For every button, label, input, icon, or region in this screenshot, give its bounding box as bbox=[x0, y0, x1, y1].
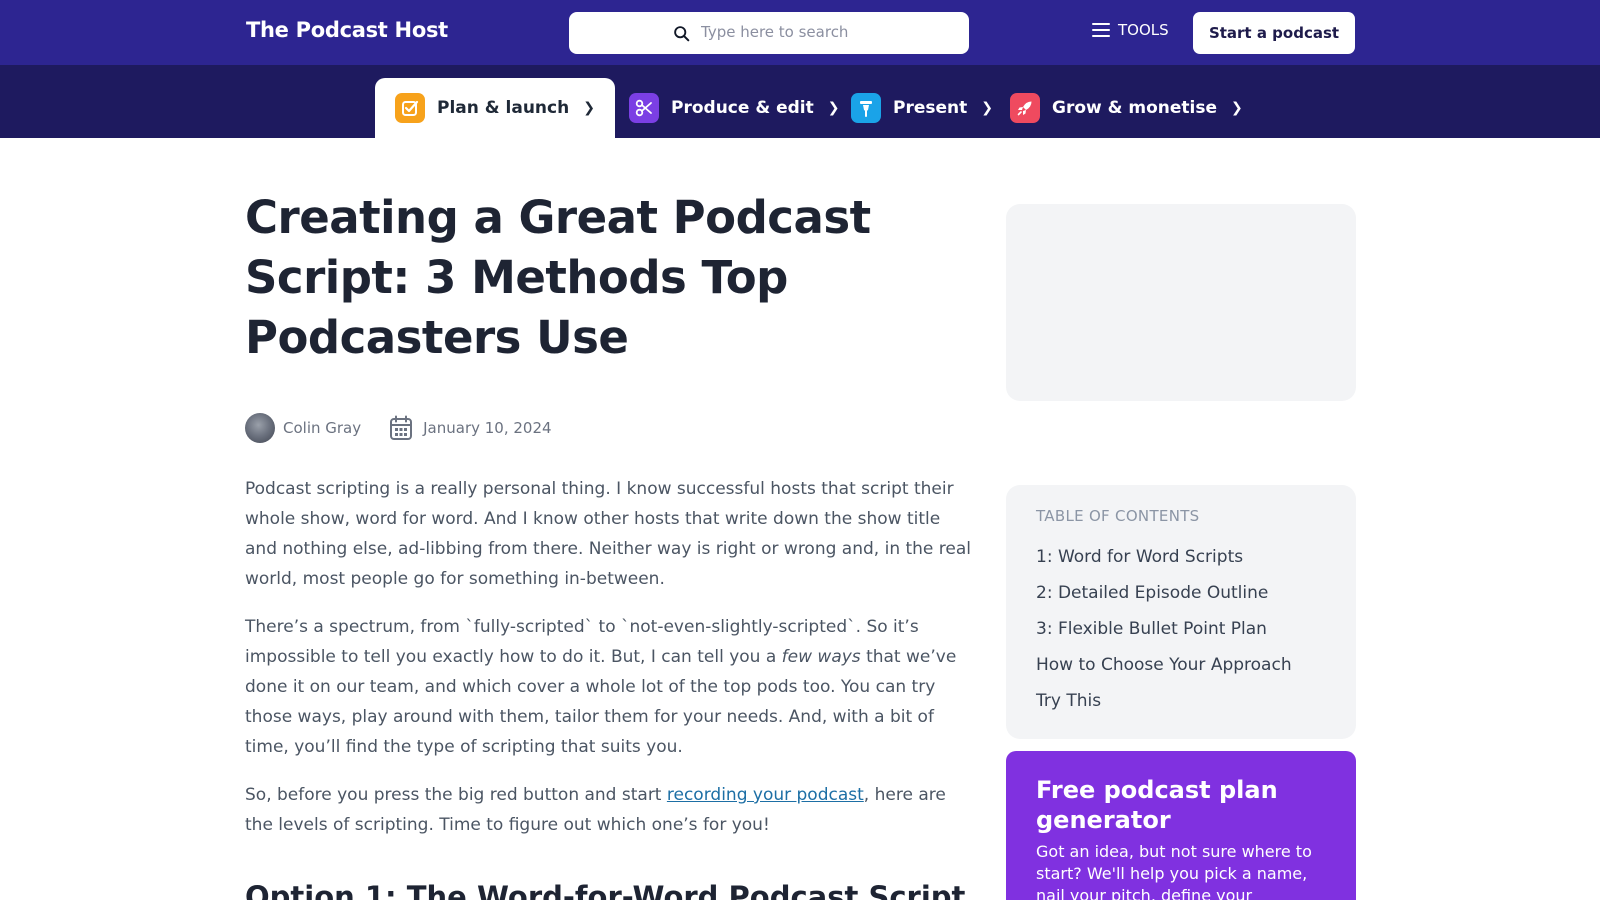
promo-text: Got an idea, but not sure where to start… bbox=[1036, 842, 1312, 900]
chevron-right-icon: ❯ bbox=[981, 100, 993, 116]
start-podcast-button[interactable]: Start a podcast bbox=[1193, 12, 1355, 54]
category-present[interactable]: Present ❯ bbox=[851, 78, 993, 138]
toc-item-choose-approach[interactable]: How to Choose Your Approach bbox=[1036, 647, 1326, 683]
plan-generator-promo[interactable]: Free podcast plan generator Got an idea,… bbox=[1006, 751, 1356, 900]
publish-date: January 10, 2024 bbox=[423, 419, 552, 437]
category-label: Present bbox=[893, 98, 968, 118]
checkbox-icon bbox=[395, 93, 425, 123]
toc-item-word-for-word[interactable]: 1: Word for Word Scripts bbox=[1036, 539, 1326, 575]
microphone-icon bbox=[851, 93, 881, 123]
tools-menu-button[interactable]: TOOLS bbox=[1092, 21, 1169, 39]
calendar-icon bbox=[390, 415, 413, 440]
chevron-right-icon: ❯ bbox=[1231, 100, 1243, 116]
site-logo[interactable]: The Podcast Host bbox=[246, 18, 448, 42]
spectrum-paragraph: There’s a spectrum, from `fully-scripted… bbox=[245, 612, 975, 762]
levels-paragraph: So, before you press the big red button … bbox=[245, 780, 975, 840]
toc-heading: TABLE OF CONTENTS bbox=[1036, 507, 1200, 525]
intro-paragraph: Podcast scripting is a really personal t… bbox=[245, 479, 972, 589]
scissors-icon bbox=[629, 93, 659, 123]
toc-item-bullet-plan[interactable]: 3: Flexible Bullet Point Plan bbox=[1036, 611, 1326, 647]
site-header: The Podcast Host TOOLS Start a podcast bbox=[0, 0, 1600, 65]
category-label: Plan & launch bbox=[437, 98, 570, 118]
search-input[interactable] bbox=[701, 18, 956, 46]
category-label: Produce & edit bbox=[671, 98, 814, 118]
chevron-right-icon: ❯ bbox=[827, 100, 840, 116]
rocket-icon bbox=[1010, 93, 1040, 123]
recording-podcast-link[interactable]: recording your podcast bbox=[667, 785, 864, 805]
category-nav: Plan & launch ❯ Produce & edit ❯ Present… bbox=[0, 65, 1600, 138]
tools-label: TOOLS bbox=[1118, 21, 1169, 39]
category-produce-edit[interactable]: Produce & edit ❯ bbox=[629, 78, 839, 138]
chevron-right-icon: ❯ bbox=[583, 100, 595, 116]
category-grow-monetise[interactable]: Grow & monetise ❯ bbox=[1010, 78, 1243, 138]
toc-item-detailed-outline[interactable]: 2: Detailed Episode Outline bbox=[1036, 575, 1326, 611]
search-box[interactable] bbox=[569, 12, 969, 54]
search-icon bbox=[674, 26, 690, 42]
section-heading: Option 1: The Word-for-Word Podcast Scri… bbox=[245, 880, 966, 900]
category-label: Grow & monetise bbox=[1052, 98, 1218, 118]
ad-placeholder bbox=[1006, 204, 1356, 401]
article-meta: Colin Gray January 10, 2024 bbox=[245, 412, 552, 444]
hamburger-icon bbox=[1092, 23, 1110, 37]
table-of-contents: TABLE OF CONTENTS 1: Word for Word Scrip… bbox=[1006, 485, 1356, 739]
emphasis-text: few ways bbox=[781, 647, 861, 667]
toc-item-try-this[interactable]: Try This bbox=[1036, 683, 1326, 719]
promo-title: Free podcast plan generator bbox=[1036, 776, 1278, 834]
text-run: So, before you press the big red button … bbox=[245, 785, 667, 805]
category-plan-launch[interactable]: Plan & launch ❯ bbox=[375, 78, 615, 138]
author-name[interactable]: Colin Gray bbox=[283, 419, 361, 437]
article-title: Creating a Great Podcast Script: 3 Metho… bbox=[245, 191, 871, 364]
author-avatar[interactable] bbox=[245, 413, 275, 443]
